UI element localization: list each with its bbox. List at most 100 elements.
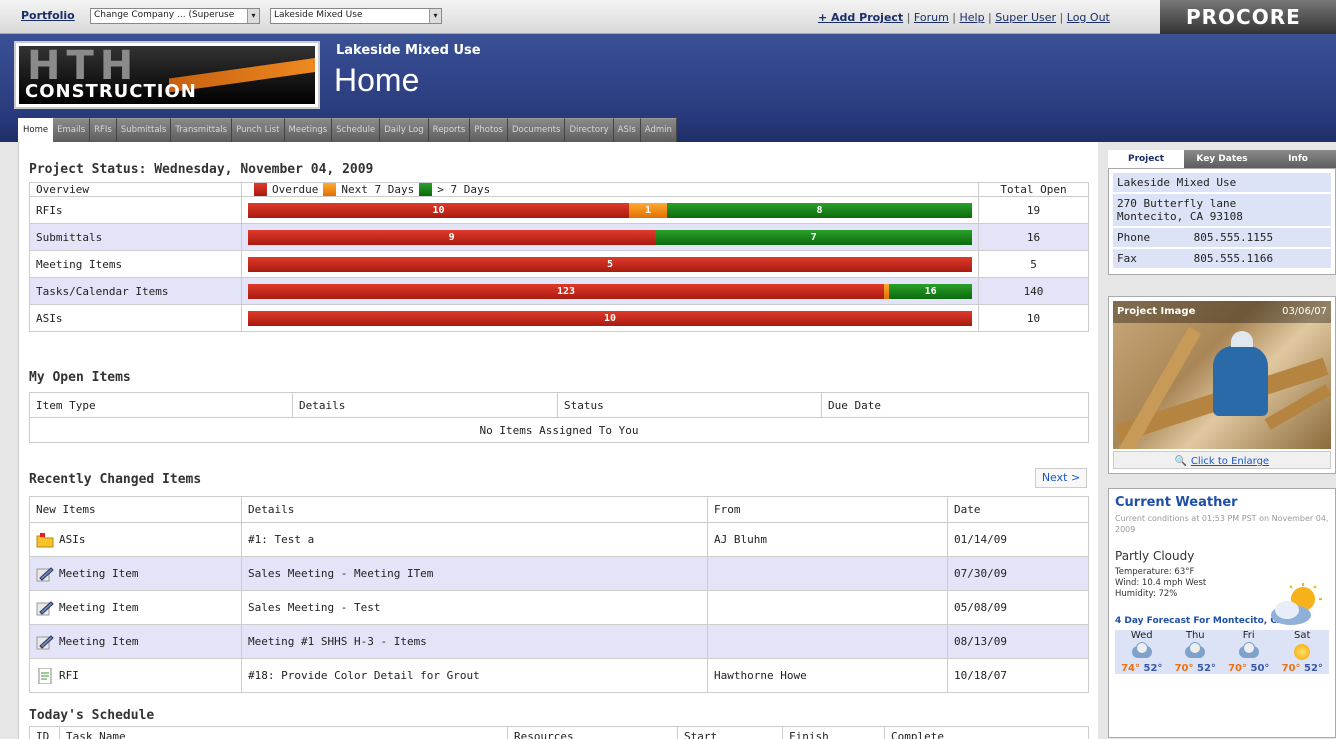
status-row[interactable]: Meeting Items 5 5 [29, 250, 1089, 278]
tab-transmittals[interactable]: Transmittals [171, 118, 233, 142]
super-user-link[interactable]: Super User [995, 11, 1056, 24]
tab-admin[interactable]: Admin [640, 118, 677, 142]
item-type-cell[interactable]: RFI [29, 658, 242, 693]
table-row[interactable]: RFI #18: Provide Color Detail for Grout … [29, 658, 1089, 693]
item-details[interactable]: #18: Provide Color Detail for Grout [241, 658, 708, 693]
schedule-table: ID Task Name Resources Start Finish Comp… [29, 726, 1089, 739]
status-row-label[interactable]: Tasks/Calendar Items [29, 277, 242, 305]
item-details[interactable]: #1: Test a [241, 522, 708, 557]
tab-documents[interactable]: Documents [507, 118, 566, 142]
item-type-cell[interactable]: ASIs [29, 522, 242, 557]
weather-temperature: Temperature: 63°F [1115, 567, 1195, 577]
status-row-label[interactable]: Meeting Items [29, 250, 242, 278]
col-date[interactable]: Date [947, 496, 1089, 523]
tab-punch-list[interactable]: Punch List [232, 118, 285, 142]
forecast-low: 52° [1303, 663, 1323, 674]
tab-project[interactable]: Project [1108, 150, 1184, 168]
col-finish[interactable]: Finish [782, 726, 885, 739]
project-info-name: Lakeside Mixed Use [1113, 173, 1331, 192]
tab-home[interactable]: Home [18, 118, 54, 142]
legend-overdue: Overdue [272, 183, 319, 196]
table-row[interactable]: Meeting Item Sales Meeting - Meeting ITe… [29, 556, 1089, 591]
status-row[interactable]: Submittals 97 16 [29, 223, 1089, 251]
project-select[interactable]: Lakeside Mixed Use ▾ [270, 8, 442, 24]
forum-link[interactable]: Forum [914, 11, 949, 24]
item-type-cell[interactable]: Meeting Item [29, 590, 242, 625]
tab-photos[interactable]: Photos [470, 118, 508, 142]
total-open-header: Total Open [978, 182, 1089, 197]
status-bar-cell: 123 16 [241, 277, 979, 305]
col-details[interactable]: Details [241, 496, 708, 523]
tab-daily-log[interactable]: Daily Log [380, 118, 429, 142]
col-start[interactable]: Start [677, 726, 783, 739]
tab-reports[interactable]: Reports [428, 118, 471, 142]
tab-key-dates[interactable]: Key Dates [1184, 150, 1260, 168]
item-details[interactable]: Sales Meeting - Test [241, 590, 708, 625]
status-row-label[interactable]: RFIs [29, 196, 242, 224]
magnifier-icon: 🔍 [1174, 456, 1188, 467]
col-status[interactable]: Status [557, 392, 822, 418]
col-id[interactable]: ID [29, 726, 60, 739]
portfolio-link[interactable]: Portfolio [21, 9, 75, 22]
table-row[interactable]: Meeting Item Sales Meeting - Test 05/08/… [29, 590, 1089, 625]
overdue-swatch [254, 183, 267, 196]
meeting-pencil-icon [36, 634, 59, 649]
status-row[interactable]: ASIs 10 10 [29, 304, 1089, 332]
weather-box: Current Weather Current conditions at 01… [1108, 488, 1336, 738]
logout-link[interactable]: Log Out [1067, 11, 1110, 24]
status-bar: 10 [248, 311, 972, 326]
gt7-segment[interactable]: 7 [655, 230, 972, 245]
col-resources[interactable]: Resources [507, 726, 678, 739]
overdue-segment[interactable]: 123 [248, 284, 885, 299]
status-row[interactable]: RFIs 10 1 8 19 [29, 196, 1089, 224]
status-total: 140 [978, 277, 1089, 305]
table-row[interactable]: Meeting Item Meeting #1 SHHS H-3 - Items… [29, 624, 1089, 659]
item-details[interactable]: Meeting #1 SHHS H-3 - Items [241, 624, 708, 659]
forecast-low: 52° [1143, 663, 1163, 674]
help-link[interactable]: Help [959, 11, 984, 24]
logo-subtext: CONSTRUCTION [25, 81, 197, 102]
item-type: RFI [59, 668, 79, 682]
project-photo[interactable] [1113, 301, 1331, 449]
col-task-name[interactable]: Task Name [59, 726, 508, 739]
address-line1: 270 Butterfly lane [1117, 197, 1237, 210]
col-item-type[interactable]: Item Type [29, 392, 293, 418]
company-logo: HTH CONSTRUCTION [14, 41, 320, 109]
add-project-link[interactable]: + Add Project [818, 11, 903, 24]
tab-submittals[interactable]: Submittals [116, 118, 172, 142]
item-type-cell[interactable]: Meeting Item [29, 624, 242, 659]
status-row-label[interactable]: ASIs [29, 304, 242, 332]
overdue-segment[interactable]: 10 [248, 203, 630, 218]
tab-emails[interactable]: Emails [53, 118, 91, 142]
tab-schedule[interactable]: Schedule [332, 118, 381, 142]
company-select[interactable]: Change Company ... (Superuse ▾ [90, 8, 260, 24]
weather-subtitle: Current conditions at 01:53 PM PST on No… [1115, 514, 1329, 534]
item-date: 07/30/09 [947, 556, 1089, 591]
cloud-icon [1131, 642, 1152, 658]
col-new-items[interactable]: New Items [29, 496, 242, 523]
tab-rfis[interactable]: RFIs [90, 118, 117, 142]
col-from[interactable]: From [707, 496, 948, 523]
table-row[interactable]: ASIs #1: Test a AJ Bluhm 01/14/09 [29, 522, 1089, 557]
col-details[interactable]: Details [292, 392, 558, 418]
status-row[interactable]: Tasks/Calendar Items 123 16 140 [29, 277, 1089, 305]
status-row-label[interactable]: Submittals [29, 223, 242, 251]
gt7-segment[interactable]: 8 [667, 203, 972, 218]
col-due-date[interactable]: Due Date [821, 392, 1089, 418]
overdue-segment[interactable]: 5 [248, 257, 972, 272]
status-total: 5 [978, 250, 1089, 278]
col-complete[interactable]: Complete [884, 726, 1089, 739]
item-details[interactable]: Sales Meeting - Meeting ITem [241, 556, 708, 591]
overdue-segment[interactable]: 10 [248, 311, 972, 326]
status-total: 16 [978, 223, 1089, 251]
tab-info[interactable]: Info [1260, 150, 1336, 168]
next7-segment[interactable]: 1 [629, 203, 668, 218]
tab-asis[interactable]: ASIs [613, 118, 641, 142]
overdue-segment[interactable]: 9 [248, 230, 656, 245]
enlarge-link[interactable]: 🔍 Click to Enlarge [1113, 451, 1331, 469]
item-type-cell[interactable]: Meeting Item [29, 556, 242, 591]
gt7-segment[interactable]: 16 [889, 284, 972, 299]
next-button[interactable]: Next > [1035, 468, 1087, 488]
tab-meetings[interactable]: Meetings [284, 118, 333, 142]
tab-directory[interactable]: Directory [565, 118, 614, 142]
